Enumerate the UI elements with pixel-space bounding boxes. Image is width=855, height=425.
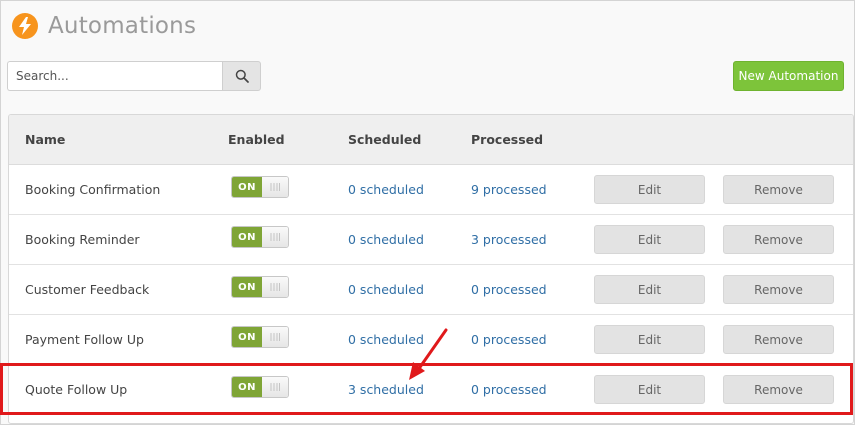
automations-table: Name Enabled Scheduled Processed Booking… bbox=[8, 114, 854, 424]
new-automation-button[interactable]: New Automation bbox=[733, 61, 844, 91]
automation-name: Customer Feedback bbox=[25, 282, 150, 297]
processed-link[interactable]: 0 processed bbox=[471, 282, 547, 297]
scheduled-link[interactable]: 3 scheduled bbox=[348, 382, 424, 397]
automation-name: Payment Follow Up bbox=[25, 332, 144, 347]
toggle-on-label: ON bbox=[232, 277, 262, 297]
enabled-toggle[interactable]: ON bbox=[231, 326, 289, 348]
column-header-processed: Processed bbox=[471, 132, 544, 147]
enabled-toggle[interactable]: ON bbox=[231, 276, 289, 298]
toggle-grip-icon bbox=[262, 177, 288, 197]
search-icon bbox=[235, 69, 249, 83]
processed-link[interactable]: 0 processed bbox=[471, 382, 547, 397]
remove-button[interactable]: Remove bbox=[723, 325, 834, 354]
automation-name: Quote Follow Up bbox=[25, 382, 128, 397]
remove-button[interactable]: Remove bbox=[723, 275, 834, 304]
edit-button[interactable]: Edit bbox=[594, 225, 705, 254]
page-header: Automations bbox=[12, 12, 196, 40]
toggle-grip-icon bbox=[262, 377, 288, 397]
edit-button[interactable]: Edit bbox=[594, 175, 705, 204]
table-row: Quote Follow Up ON 3 scheduled 0 process… bbox=[9, 365, 853, 415]
toggle-grip-icon bbox=[262, 277, 288, 297]
processed-link[interactable]: 9 processed bbox=[471, 182, 547, 197]
scheduled-link[interactable]: 0 scheduled bbox=[348, 332, 424, 347]
edit-button[interactable]: Edit bbox=[594, 375, 705, 404]
automation-name: Booking Reminder bbox=[25, 232, 140, 247]
toggle-grip-icon bbox=[262, 327, 288, 347]
table-row: Customer Feedback ON 0 scheduled 0 proce… bbox=[9, 265, 853, 315]
toggle-on-label: ON bbox=[232, 177, 262, 197]
search-input[interactable] bbox=[7, 61, 222, 91]
table-row: Booking Confirmation ON 0 scheduled 9 pr… bbox=[9, 165, 853, 215]
table-header: Name Enabled Scheduled Processed bbox=[9, 115, 853, 165]
remove-button[interactable]: Remove bbox=[723, 175, 834, 204]
remove-button[interactable]: Remove bbox=[723, 375, 834, 404]
toggle-grip-icon bbox=[262, 227, 288, 247]
toggle-on-label: ON bbox=[232, 377, 262, 397]
remove-button[interactable]: Remove bbox=[723, 225, 834, 254]
column-header-scheduled: Scheduled bbox=[348, 132, 422, 147]
edit-button[interactable]: Edit bbox=[594, 275, 705, 304]
automation-name: Booking Confirmation bbox=[25, 182, 161, 197]
table-row: Payment Follow Up ON 0 scheduled 0 proce… bbox=[9, 315, 853, 365]
processed-link[interactable]: 0 processed bbox=[471, 332, 547, 347]
enabled-toggle[interactable]: ON bbox=[231, 176, 289, 198]
table-row: Booking Reminder ON 0 scheduled 3 proces… bbox=[9, 215, 853, 265]
processed-link[interactable]: 3 processed bbox=[471, 232, 547, 247]
lightning-bolt-icon bbox=[12, 13, 38, 39]
scheduled-link[interactable]: 0 scheduled bbox=[348, 182, 424, 197]
page-title: Automations bbox=[48, 13, 197, 39]
enabled-toggle[interactable]: ON bbox=[231, 376, 289, 398]
edit-button[interactable]: Edit bbox=[594, 325, 705, 354]
column-header-enabled: Enabled bbox=[228, 132, 285, 147]
toggle-on-label: ON bbox=[232, 227, 262, 247]
column-header-name: Name bbox=[25, 132, 66, 147]
toggle-on-label: ON bbox=[232, 327, 262, 347]
search-button[interactable] bbox=[222, 61, 261, 91]
enabled-toggle[interactable]: ON bbox=[231, 226, 289, 248]
search-bar bbox=[7, 61, 261, 91]
scheduled-link[interactable]: 0 scheduled bbox=[348, 232, 424, 247]
scheduled-link[interactable]: 0 scheduled bbox=[348, 282, 424, 297]
